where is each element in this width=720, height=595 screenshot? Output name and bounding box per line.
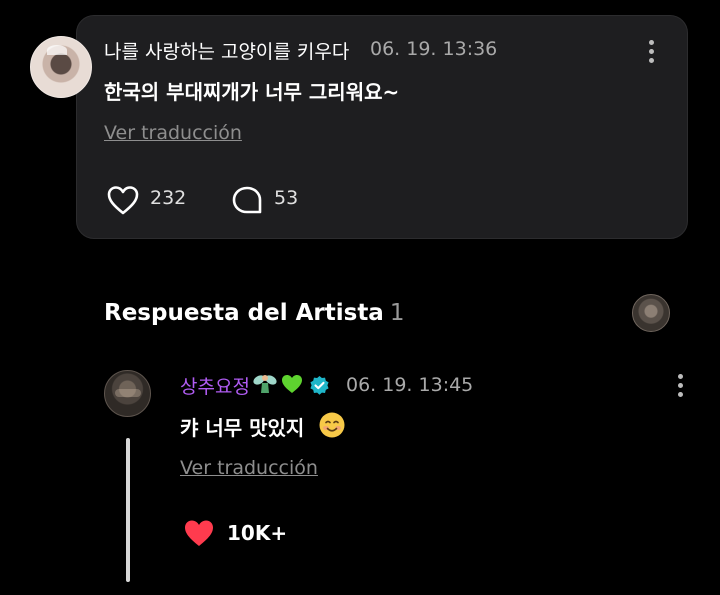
artist-response-count: 1	[389, 300, 405, 326]
fairy-emoji-icon	[253, 375, 277, 393]
reply-text: 캬 너무 맛있지	[180, 416, 305, 440]
artist-response-title: Respuesta del Artista	[104, 300, 384, 326]
artist-avatar-small[interactable]	[632, 294, 670, 332]
post-like-count: 232	[150, 187, 187, 209]
heart-outline-icon[interactable]	[106, 184, 140, 216]
artist-avatar[interactable]	[104, 370, 151, 417]
post-comment-count: 53	[274, 187, 299, 209]
artist-name[interactable]: 상추요정	[180, 372, 250, 399]
verified-badge-icon	[310, 375, 329, 395]
reply-translate-link[interactable]: Ver traducción	[180, 457, 318, 479]
comment-bubble-icon[interactable]	[230, 184, 264, 216]
green-heart-icon	[282, 375, 302, 393]
post-text: 한국의 부대찌개가 너무 그리워요~	[104, 80, 400, 104]
post-translate-link[interactable]: Ver traducción	[104, 122, 242, 144]
reply-timestamp: 06. 19. 13:45	[346, 374, 474, 396]
post-timestamp: 06. 19. 13:36	[370, 38, 498, 60]
thread-line	[126, 438, 130, 582]
post-author-nickname[interactable]: 나를 사랑하는 고양이를 키우다	[104, 37, 349, 64]
artist-response-heading: Respuesta del Artista 1	[104, 300, 404, 326]
reply-like-count: 10K+	[227, 521, 288, 545]
heart-filled-icon[interactable]	[182, 517, 216, 549]
reply-more-vertical-icon[interactable]	[674, 374, 686, 400]
more-vertical-icon[interactable]	[645, 40, 657, 66]
post-author-avatar[interactable]	[30, 36, 92, 98]
smiling-face-icon	[319, 412, 345, 438]
